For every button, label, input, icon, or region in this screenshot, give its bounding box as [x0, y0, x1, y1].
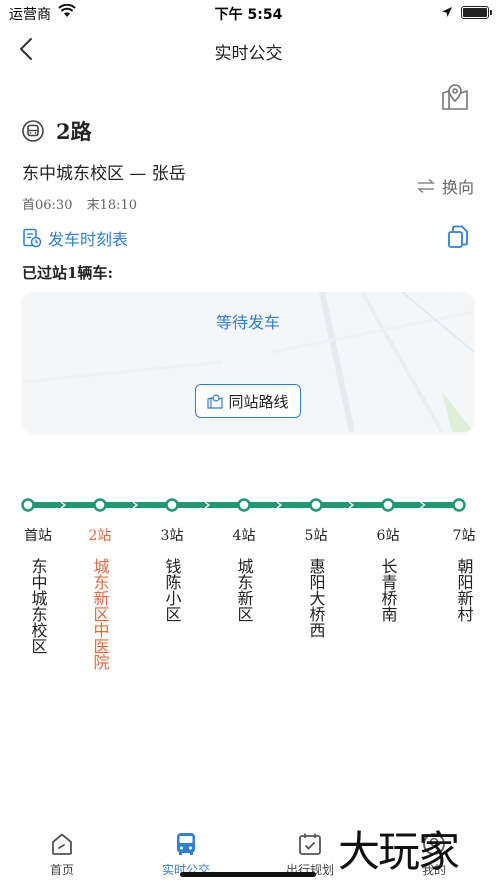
first-bus-time: 首06:30	[22, 198, 73, 213]
schedule-link[interactable]: 发车时刻表	[22, 226, 128, 250]
stop-marker-4	[237, 498, 251, 512]
stop-number: 5站	[304, 528, 328, 544]
vehicle-status-card: 等待发车 同站路线	[22, 292, 474, 432]
same-station-routes-button[interactable]: 同站路线	[195, 384, 301, 418]
location-arrow-icon	[442, 7, 452, 17]
page-title: 实时公交	[214, 44, 283, 64]
stop-marker-6	[381, 498, 395, 512]
waiting-status: 等待发车	[215, 313, 280, 332]
bus-icon	[177, 833, 195, 855]
same-station-routes-label: 同站路线	[228, 392, 289, 411]
stop-name: 长青桥南	[378, 558, 398, 622]
schedule-label: 发车时刻表	[48, 230, 129, 249]
stop-2[interactable]: 2站 城东新区中医院	[80, 525, 120, 674]
share-icon[interactable]	[447, 225, 473, 249]
tab-home-label: 首页	[49, 863, 74, 877]
passed-vehicles-label: 已过站1辆车:	[22, 264, 113, 282]
stop-name: 朝阳新村	[454, 558, 474, 622]
stop-number: 7站	[452, 528, 476, 544]
stop-number: 3站	[160, 528, 184, 544]
stop-name: 惠阳大桥西	[306, 558, 326, 638]
stop-number: 首站	[24, 528, 52, 544]
battery-icon	[461, 6, 492, 19]
stop-6[interactable]: 6站 长青桥南	[368, 525, 408, 626]
home-icon	[52, 833, 72, 855]
service-times: 首06:30 末18:10	[22, 194, 147, 213]
stop-name: 城东新区中医院	[90, 558, 110, 670]
tab-home[interactable]: 首页	[17, 831, 107, 878]
schedule-icon	[23, 228, 42, 248]
stop-name: 城东新区	[234, 558, 254, 622]
stop-5[interactable]: 5站 惠阳大桥西	[296, 525, 336, 642]
route-line	[21, 498, 466, 512]
calendar-icon	[299, 833, 321, 855]
stop-marker-1	[21, 498, 35, 512]
route-header: 2路	[22, 116, 92, 146]
status-bar: 运营商 下午 5:54	[0, 0, 497, 28]
swap-direction-button[interactable]: 换向	[416, 174, 474, 198]
stop-marker-7	[452, 498, 466, 512]
stop-number: 6站	[376, 528, 400, 544]
stop-1[interactable]: 首站 东中城东校区	[18, 525, 58, 658]
last-bus-time: 末18:10	[86, 198, 138, 213]
map-pin-icon[interactable]	[440, 82, 470, 112]
swap-direction-label: 换向	[442, 178, 475, 197]
home-indicator	[180, 872, 316, 877]
stop-marker-3	[165, 498, 179, 512]
stop-7[interactable]: 7站 朝阳新村	[444, 525, 484, 626]
stop-name: 东中城东校区	[28, 558, 48, 654]
stop-4[interactable]: 4站 城东新区	[224, 525, 264, 626]
bus-icon	[22, 120, 44, 142]
tab-realtime-bus[interactable]: 实时公交	[141, 831, 231, 878]
stop-marker-5	[309, 498, 323, 512]
watermark: 大玩家	[338, 827, 460, 876]
swap-icon	[417, 178, 435, 194]
route-direction: 东中城东校区 — 张岳	[22, 164, 186, 184]
stop-number: 4站	[232, 528, 256, 544]
route-name: 2路	[56, 119, 92, 144]
stop-name: 钱陈小区	[162, 558, 182, 622]
clock: 下午 5:54	[214, 7, 283, 23]
stop-number: 2站	[88, 528, 112, 544]
map-route-icon	[207, 394, 224, 409]
navigation-bar: 实时公交	[0, 28, 497, 72]
stop-3[interactable]: 3站 钱陈小区	[152, 525, 192, 626]
stop-marker-2	[93, 498, 107, 512]
